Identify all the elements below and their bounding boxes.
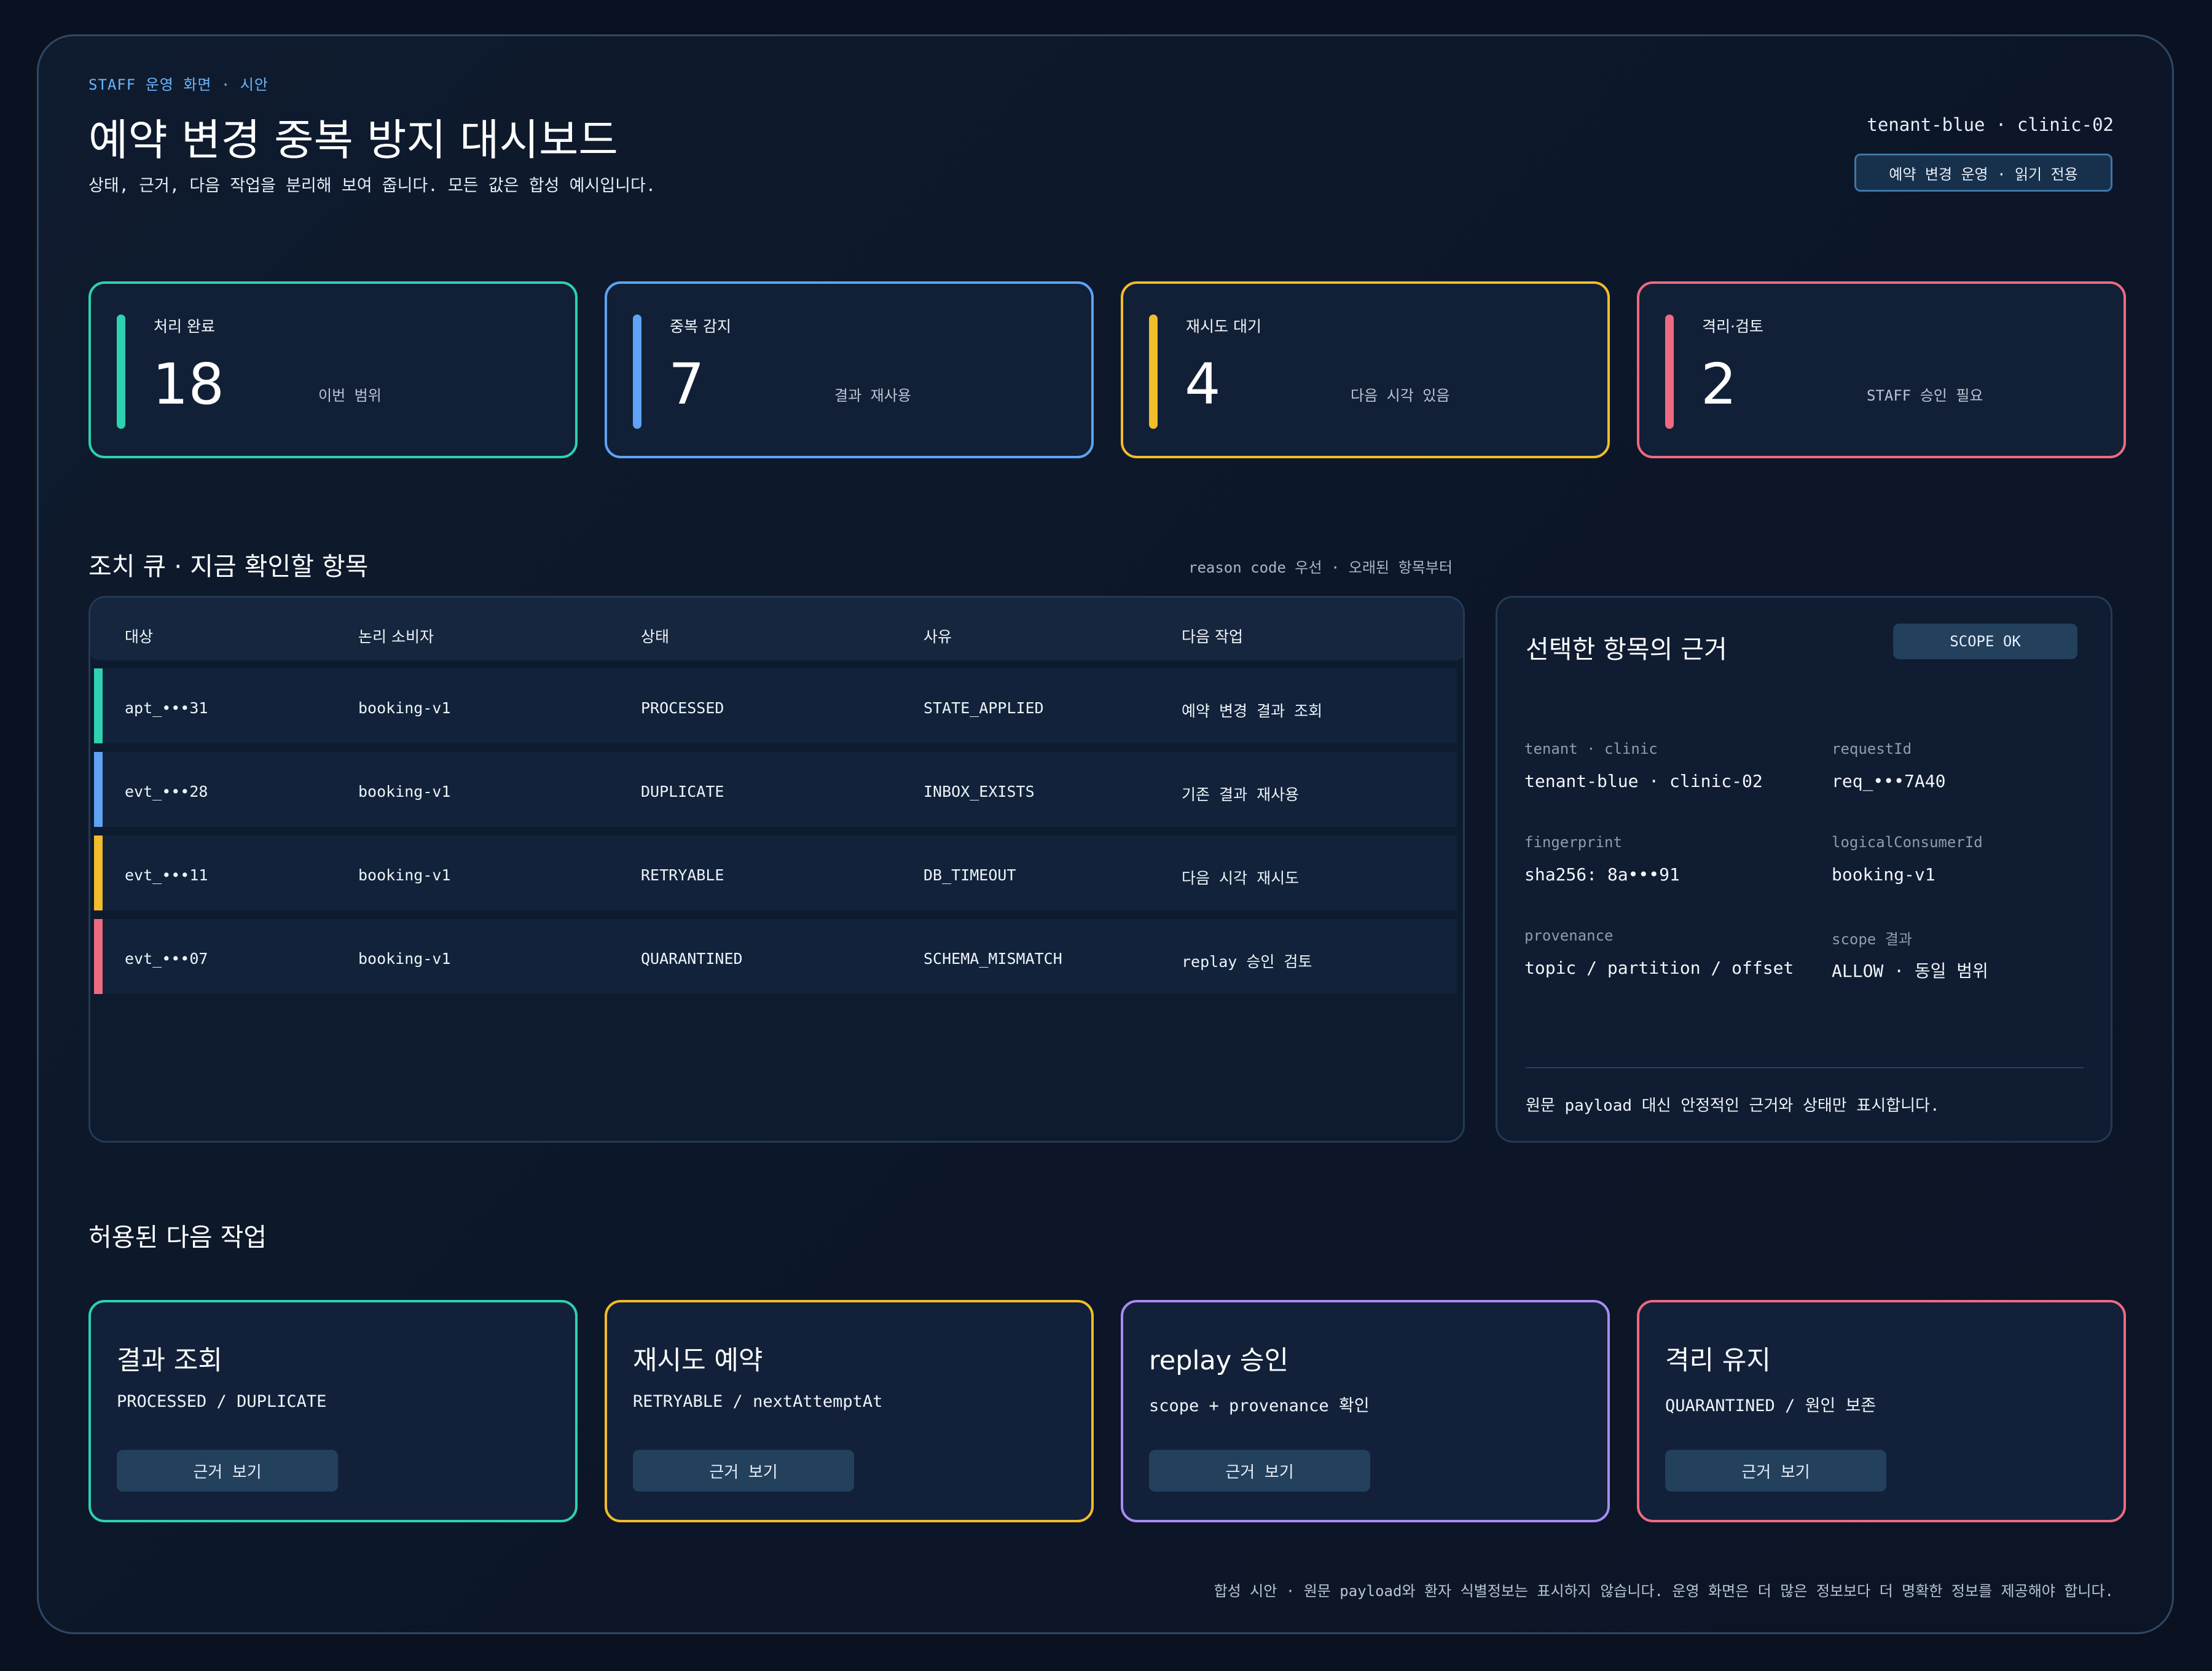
stat-label: 격리·검토 <box>1702 318 1763 335</box>
queue-section-title: 조치 큐 · 지금 확인할 항목 <box>88 552 369 581</box>
action-title: replay 승인 <box>1149 1345 1289 1376</box>
cell-target: evt_•••07 <box>125 950 208 968</box>
stat-note: 이번 범위 <box>318 387 382 404</box>
cell-consumer: booking-v1 <box>358 699 451 717</box>
cell-consumer: booking-v1 <box>358 783 451 800</box>
field-key-consumer-id: logicalConsumerId <box>1832 834 1983 851</box>
table-row[interactable]: evt_•••28 booking-v1 DUPLICATE INBOX_EXI… <box>94 752 1457 827</box>
cell-next-action: 예약 변경 결과 조회 <box>1182 702 1323 720</box>
stat-card-quarantine: 격리·검토 2 STAFF 승인 필요 <box>1637 281 2126 458</box>
eyebrow-label: STAFF 운영 화면 · 시안 <box>88 76 269 93</box>
stat-card-processed: 처리 완료 18 이번 범위 <box>88 281 578 458</box>
field-value-fingerprint: sha256: 8a•••91 <box>1524 864 1680 885</box>
cell-target: evt_•••28 <box>125 783 208 800</box>
view-evidence-button[interactable]: 근거 보기 <box>1665 1450 1886 1492</box>
field-value-tenant: tenant-blue · clinic-02 <box>1524 771 1763 791</box>
column-header-next: 다음 작업 <box>1182 628 1243 646</box>
stat-value: 2 <box>1701 351 1737 417</box>
field-value-request-id: req_•••7A40 <box>1832 771 1946 791</box>
column-header-reason: 사유 <box>924 628 952 646</box>
stat-label: 재시도 대기 <box>1186 318 1261 335</box>
stat-accent-bar <box>117 315 125 429</box>
table-row[interactable]: evt_•••07 booking-v1 QUARANTINED SCHEMA_… <box>94 919 1457 994</box>
table-row[interactable]: evt_•••11 booking-v1 RETRYABLE DB_TIMEOU… <box>94 836 1457 910</box>
action-card-replay-approval: replay 승인 scope + provenance 확인 근거 보기 <box>1121 1300 1610 1522</box>
field-value-consumer-id: booking-v1 <box>1832 864 1936 885</box>
cell-next-action: 다음 시각 재시도 <box>1182 869 1300 887</box>
action-title: 결과 조회 <box>117 1345 222 1376</box>
table-header: 대상 논리 소비자 상태 사유 다음 작업 <box>90 598 1463 660</box>
stat-value: 4 <box>1185 351 1221 417</box>
queue-sort-note: reason code 우선 · 오래된 항목부터 <box>1188 559 1453 576</box>
action-card-view-result: 결과 조회 PROCESSED / DUPLICATE 근거 보기 <box>88 1300 578 1522</box>
action-card-keep-quarantine: 격리 유지 QUARANTINED / 원인 보존 근거 보기 <box>1637 1300 2126 1522</box>
detail-title: 선택한 항목의 근거 <box>1526 635 1727 664</box>
page-title: 예약 변경 중복 방지 대시보드 <box>88 115 618 165</box>
stat-accent-bar <box>633 315 641 429</box>
view-evidence-button[interactable]: 근거 보기 <box>117 1450 338 1492</box>
actions-section-title: 허용된 다음 작업 <box>88 1223 267 1252</box>
cell-reason: INBOX_EXISTS <box>924 783 1035 800</box>
view-evidence-button[interactable]: 근거 보기 <box>633 1450 854 1492</box>
evidence-detail-panel: 선택한 항목의 근거 SCOPE OK tenant · clinic tena… <box>1496 596 2112 1143</box>
action-queue-table: 대상 논리 소비자 상태 사유 다음 작업 apt_•••31 booking-… <box>88 596 1465 1143</box>
row-status-bar <box>94 752 103 827</box>
stat-label: 처리 완료 <box>154 318 215 335</box>
cell-target: apt_•••31 <box>125 699 208 717</box>
read-only-badge: 예약 변경 운영 · 읽기 전용 <box>1854 154 2112 192</box>
field-key-provenance: provenance <box>1524 927 1614 944</box>
field-key-scope: scope 결과 <box>1832 931 1912 948</box>
column-header-consumer: 논리 소비자 <box>358 628 434 646</box>
field-value-provenance: topic / partition / offset <box>1524 958 1794 978</box>
tenant-label: tenant-blue · clinic-02 <box>1867 114 2114 135</box>
cell-next-action: replay 승인 검토 <box>1182 953 1312 971</box>
scope-status-badge: SCOPE OK <box>1893 624 2077 659</box>
action-description: QUARANTINED / 원인 보존 <box>1665 1396 1877 1415</box>
cell-next-action: 기존 결과 재사용 <box>1182 786 1300 804</box>
action-description: scope + provenance 확인 <box>1149 1396 1370 1415</box>
detail-divider <box>1526 1067 2084 1068</box>
cell-consumer: booking-v1 <box>358 866 451 884</box>
cell-reason: SCHEMA_MISMATCH <box>924 950 1062 968</box>
stat-card-duplicate: 중복 감지 7 결과 재사용 <box>605 281 1094 458</box>
action-title: 재시도 예약 <box>633 1345 763 1376</box>
field-key-tenant: tenant · clinic <box>1524 740 1658 757</box>
stat-accent-bar <box>1149 315 1158 429</box>
stat-note: 결과 재사용 <box>834 387 911 404</box>
stat-note: 다음 시각 있음 <box>1351 387 1450 404</box>
cell-reason: STATE_APPLIED <box>924 699 1044 717</box>
action-description: RETRYABLE / nextAttemptAt <box>633 1392 883 1411</box>
cell-status: DUPLICATE <box>641 783 724 800</box>
cell-reason: DB_TIMEOUT <box>924 866 1016 884</box>
view-evidence-button[interactable]: 근거 보기 <box>1149 1450 1370 1492</box>
table-row[interactable]: apt_•••31 booking-v1 PROCESSED STATE_APP… <box>94 668 1457 743</box>
cell-status: QUARANTINED <box>641 950 743 968</box>
stat-value: 18 <box>152 351 225 417</box>
stat-note: STAFF 승인 필요 <box>1867 387 1983 404</box>
field-key-fingerprint: fingerprint <box>1524 834 1622 851</box>
cell-target: evt_•••11 <box>125 866 208 884</box>
cell-status: RETRYABLE <box>641 866 724 884</box>
action-card-schedule-retry: 재시도 예약 RETRYABLE / nextAttemptAt 근거 보기 <box>605 1300 1094 1522</box>
footer-disclaimer: 합성 시안 · 원문 payload와 환자 식별정보는 표시하지 않습니다. … <box>1214 1583 2114 1600</box>
stat-card-retry: 재시도 대기 4 다음 시각 있음 <box>1121 281 1610 458</box>
stat-value: 7 <box>669 351 705 417</box>
row-status-bar <box>94 836 103 910</box>
row-status-bar <box>94 919 103 994</box>
field-value-scope: ALLOW · 동일 범위 <box>1832 961 1988 981</box>
cell-status: PROCESSED <box>641 699 724 717</box>
action-description: PROCESSED / DUPLICATE <box>117 1392 327 1411</box>
action-title: 격리 유지 <box>1665 1345 1771 1376</box>
stat-accent-bar <box>1665 315 1674 429</box>
column-header-status: 상태 <box>641 628 670 646</box>
field-key-request-id: requestId <box>1832 740 1912 757</box>
detail-footnote: 원문 payload 대신 안정적인 근거와 상태만 표시합니다. <box>1526 1097 1940 1115</box>
page-subtitle: 상태, 근거, 다음 작업을 분리해 보여 줍니다. 모든 값은 합성 예시입니… <box>88 176 656 195</box>
stat-label: 중복 감지 <box>670 318 731 335</box>
column-header-target: 대상 <box>125 628 154 646</box>
row-status-bar <box>94 668 103 743</box>
cell-consumer: booking-v1 <box>358 950 451 968</box>
